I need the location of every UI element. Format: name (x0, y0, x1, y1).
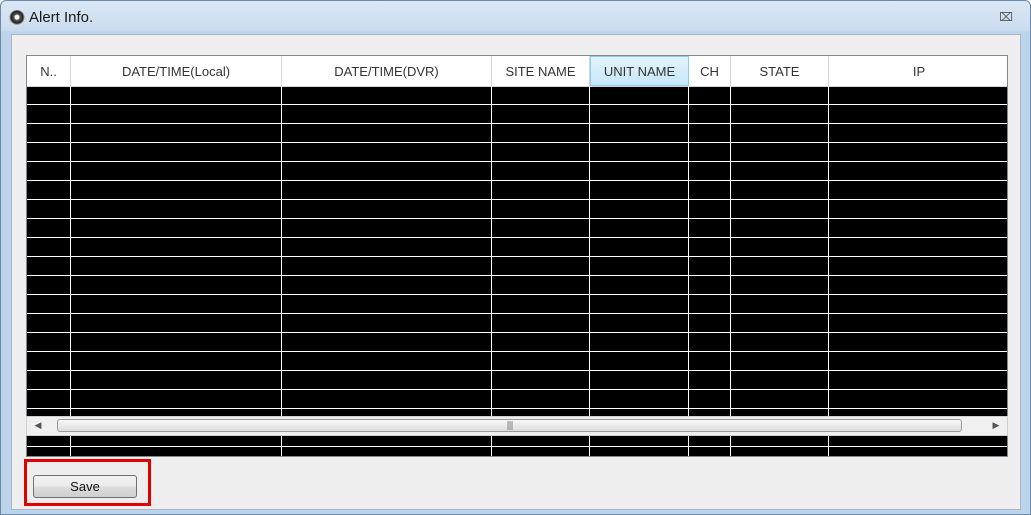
camera-icon (9, 10, 25, 26)
column-divider (730, 86, 731, 456)
table-row[interactable] (27, 257, 1007, 276)
table-row[interactable] (27, 295, 1007, 314)
list-header: N.. DATE/TIME(Local) DATE/TIME(DVR) SITE… (27, 56, 1007, 87)
list-rows (27, 86, 1007, 456)
table-row[interactable] (27, 352, 1007, 371)
table-row[interactable] (27, 124, 1007, 143)
table-row[interactable] (27, 390, 1007, 409)
table-row[interactable] (27, 276, 1007, 295)
scroll-left-arrow-icon[interactable]: ◀ (29, 417, 47, 435)
table-row[interactable] (27, 86, 1007, 105)
column-header-datetime-local[interactable]: DATE/TIME(Local) (71, 56, 282, 86)
column-header-ip[interactable]: IP (829, 56, 1007, 86)
column-header-ch[interactable]: CH (689, 56, 731, 86)
alert-list[interactable]: N.. DATE/TIME(Local) DATE/TIME(DVR) SITE… (26, 55, 1008, 457)
column-header-site-name[interactable]: SITE NAME (492, 56, 590, 86)
column-divider (281, 86, 282, 456)
column-header-state[interactable]: STATE (731, 56, 829, 86)
table-row[interactable] (27, 143, 1007, 162)
horizontal-scrollbar[interactable]: ◀ ||| ▶ (26, 416, 1008, 436)
table-row[interactable] (27, 371, 1007, 390)
close-button[interactable]: ⌧ (996, 7, 1016, 27)
column-header-unit-name[interactable]: UNIT NAME (590, 56, 689, 86)
save-button[interactable]: Save (33, 475, 137, 498)
table-row[interactable] (27, 314, 1007, 333)
table-row[interactable] (27, 105, 1007, 124)
column-divider (828, 86, 829, 456)
alert-info-window: Alert Info. ⌧ N.. DATE/TIME(Local) DATE/… (0, 0, 1031, 515)
column-divider (589, 86, 590, 456)
grip-icon: ||| (506, 421, 513, 431)
table-row[interactable] (27, 333, 1007, 352)
title-bar[interactable]: Alert Info. ⌧ (1, 1, 1030, 33)
scroll-thumb[interactable]: ||| (57, 419, 962, 432)
window-title: Alert Info. (29, 9, 94, 26)
column-header-datetime-dvr[interactable]: DATE/TIME(DVR) (282, 56, 492, 86)
table-row[interactable] (27, 200, 1007, 219)
table-row[interactable] (27, 181, 1007, 200)
column-header-number[interactable]: N.. (27, 56, 71, 86)
client-area: N.. DATE/TIME(Local) DATE/TIME(DVR) SITE… (11, 34, 1021, 510)
table-row[interactable] (27, 219, 1007, 238)
column-divider (688, 86, 689, 456)
scroll-right-arrow-icon[interactable]: ▶ (987, 417, 1005, 435)
column-divider (491, 86, 492, 456)
table-row[interactable] (27, 162, 1007, 181)
table-row[interactable] (27, 238, 1007, 257)
column-divider (70, 86, 71, 456)
